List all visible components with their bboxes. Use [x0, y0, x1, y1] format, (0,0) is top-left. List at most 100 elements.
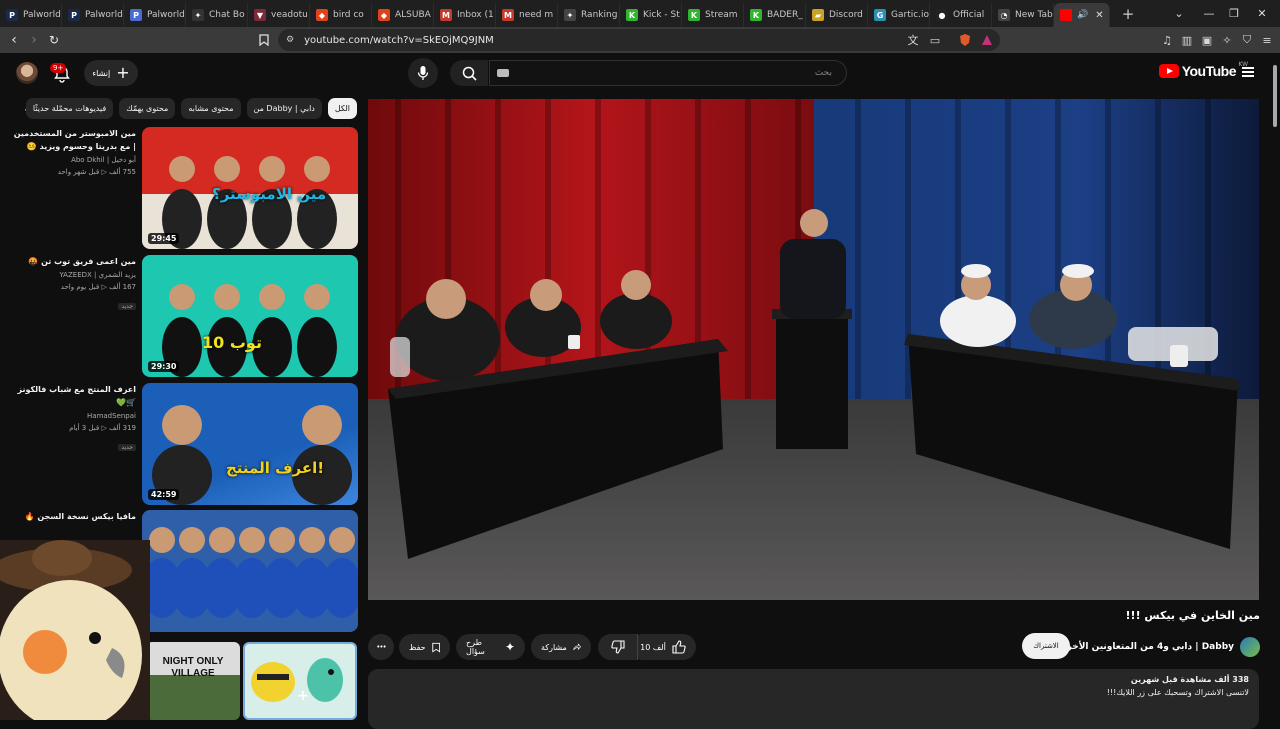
youtube-favicon-icon — [1060, 9, 1072, 21]
tab-title: ALSUBA — [395, 10, 431, 20]
recommendation-stats: 755 ألف ▷ قبل شهر واحد — [57, 168, 136, 176]
brave-rewards-icon[interactable] — [978, 31, 996, 49]
browser-tab[interactable]: M Inbox (1 — [434, 3, 496, 27]
leo-ai-icon[interactable]: ✧ — [1218, 31, 1236, 49]
recommendation-thumbnail[interactable]: اعرف المنتج! 42:59 — [142, 383, 358, 505]
recommendation-title[interactable]: اعرف المنتج مع شباب فالكونز 🛒💚 — [10, 383, 136, 409]
browser-tab[interactable]: K Stream — [682, 3, 744, 27]
browser-tab[interactable]: ▼ veadotu — [248, 3, 310, 27]
save-label: حفظ — [409, 642, 426, 652]
shorts-card[interactable]: + — [243, 642, 357, 720]
share-button[interactable]: مشاركة — [531, 634, 591, 660]
subscribe-button[interactable]: الاشتراك — [1022, 633, 1070, 659]
tab-title: Palworld — [23, 10, 61, 20]
ask-button[interactable]: طرح سؤال ✦ — [456, 634, 525, 660]
wallet-icon[interactable]: ▣ — [1198, 31, 1216, 49]
browser-tab[interactable]: G Gartic.io — [868, 3, 930, 27]
recommendation-title[interactable]: مين الامبوستر من المستخدمين | مع بدريتا … — [10, 127, 136, 153]
recommendation-title[interactable]: مين اعمى فريق توب تن 🤬 — [10, 255, 136, 268]
minimize-icon[interactable]: — — [1195, 0, 1223, 27]
create-label: إنشاء — [92, 68, 111, 78]
tab-close-icon[interactable]: ✕ — [1095, 10, 1103, 21]
video-player[interactable] — [368, 99, 1259, 600]
account-avatar[interactable] — [16, 62, 38, 84]
tab-search-icon[interactable]: ⌄ — [1165, 0, 1193, 27]
search-icon — [462, 66, 477, 81]
tab-audio-icon[interactable]: 🔊 — [1077, 10, 1088, 20]
chip-2[interactable]: محتوى مشابه — [181, 98, 241, 119]
guide-menu-icon[interactable] — [1242, 67, 1254, 77]
recommendation-thumbnail[interactable] — [142, 510, 358, 632]
close-window-icon[interactable]: ✕ — [1248, 0, 1276, 27]
back-icon[interactable]: ‹ — [3, 29, 25, 51]
browser-tab[interactable]: K Kick - St — [620, 3, 682, 27]
browser-tab[interactable]: P Palworld — [124, 3, 186, 27]
browser-tab[interactable]: ◆ bird co — [310, 3, 372, 27]
recommendation-channel[interactable]: HamadSenpai — [10, 411, 136, 422]
vpn-shield-icon[interactable]: ⛉ — [1238, 31, 1256, 49]
chip-1[interactable]: من Dabby | دابي — [246, 98, 322, 119]
chip-4[interactable]: فيديوهات محمّلة حديثًا — [25, 98, 114, 119]
recommendation-channel[interactable]: أبو دخيل | Abo Dkhil — [10, 155, 136, 166]
search-button[interactable] — [450, 60, 488, 86]
browser-tab[interactable]: ◔ New Tab — [992, 3, 1054, 27]
browser-tab-active[interactable]: 🔊 ✕ — [1054, 3, 1110, 27]
menu-icon[interactable]: ≡ — [1258, 31, 1276, 49]
page-scrollbar[interactable] — [1270, 53, 1280, 720]
save-bookmark-icon — [431, 642, 440, 653]
channel-name[interactable]: Dabby | دابي و4 من المتعاونين الأخرين — [1055, 642, 1234, 652]
chip-0[interactable]: الكل — [327, 98, 357, 119]
save-button[interactable]: حفظ — [399, 634, 450, 660]
address-bar[interactable]: ⚙ youtube.com/watch?v=SkEOjMQ9JNM — [278, 29, 1000, 51]
description-box[interactable]: 338 ألف مشاهدة قبل شهرين لاتنسى الاشتراك… — [368, 669, 1259, 729]
restore-icon[interactable]: ❐ — [1220, 0, 1248, 27]
recommendation-item[interactable]: اعرف المنتج! 42:59 اعرف المنتج مع شباب فال… — [10, 383, 358, 505]
recommendation-thumbnail[interactable]: توب 10 29:30 — [142, 255, 358, 377]
recommendation-thumbnail[interactable]: مين الامبوستر؟ 29:45 — [142, 127, 358, 249]
browser-tab[interactable]: ✦ Chat Bo — [186, 3, 248, 27]
browser-tab[interactable]: P Palworld — [0, 3, 62, 27]
shorts-card-label: NIGHT ONLY VILLAGE — [162, 656, 224, 679]
search-input[interactable]: بحث — [489, 60, 847, 86]
sidebar-toggle-icon[interactable]: ▥ — [1178, 31, 1196, 49]
translate-icon[interactable]: 文 — [904, 31, 922, 49]
media-icon[interactable]: ♫ — [1158, 31, 1176, 49]
recommendation-item[interactable]: توب 10 29:30 مين اعمى فريق توب تن 🤬 يزيد ال… — [10, 255, 358, 377]
recommendation-title[interactable]: مافيا بيكس نسخة السجن 🔥 — [10, 510, 136, 523]
browser-tab[interactable]: ● Official — [930, 3, 992, 27]
scrollbar-thumb[interactable] — [1273, 65, 1277, 127]
tab-favicon-icon: ● — [936, 9, 948, 21]
thumbnail-people — [162, 284, 337, 377]
browser-tab[interactable]: ◆ ALSUBA — [372, 3, 434, 27]
create-button[interactable]: إنشاء + — [84, 60, 138, 86]
keyboard-icon[interactable] — [497, 69, 509, 77]
youtube-logo[interactable]: YouTube KW — [1158, 61, 1248, 79]
recommendation-channel[interactable]: يزيد الشمري | YAZEEDX — [10, 270, 136, 281]
new-tab-button[interactable]: + — [1116, 2, 1140, 26]
brave-shields-icon[interactable] — [956, 31, 974, 49]
cast-icon[interactable]: ▭ — [926, 31, 944, 49]
voice-search-button[interactable] — [408, 58, 438, 88]
like-count: 10 ألف — [640, 642, 666, 652]
like-button[interactable]: 10 ألف — [630, 634, 696, 660]
more-actions-button[interactable]: ••• — [368, 634, 394, 660]
forward-icon[interactable]: › — [23, 29, 45, 51]
shorts-card[interactable]: NIGHT ONLY VILLAGE — [146, 642, 240, 720]
thumbnail-caption: توب 10 — [202, 333, 262, 352]
browser-tab[interactable]: Mneed m — [496, 3, 558, 27]
tab-favicon-icon: M — [440, 9, 452, 21]
ask-label: طرح سؤال — [466, 638, 485, 656]
dislike-button[interactable] — [598, 634, 638, 660]
channel-avatar[interactable] — [1240, 637, 1260, 657]
thumbnail-people — [142, 527, 358, 618]
browser-tab[interactable]: K BADER_ — [744, 3, 806, 27]
browser-tab[interactable]: ▰ Discord — [806, 3, 868, 27]
browser-tab[interactable]: ✦ Ranking — [558, 3, 620, 27]
site-info-icon[interactable]: ⚙ — [286, 35, 294, 45]
reload-icon[interactable]: ↻ — [43, 29, 65, 51]
bookmark-icon[interactable] — [256, 31, 272, 49]
browser-tab[interactable]: P Palworld — [62, 3, 124, 27]
recommendation-item[interactable]: مين الامبوستر؟ 29:45 مين الامبوستر من المس… — [10, 127, 358, 249]
chip-3[interactable]: محتوى يهمّك — [119, 98, 176, 119]
tab-favicon-icon: K — [626, 9, 638, 21]
